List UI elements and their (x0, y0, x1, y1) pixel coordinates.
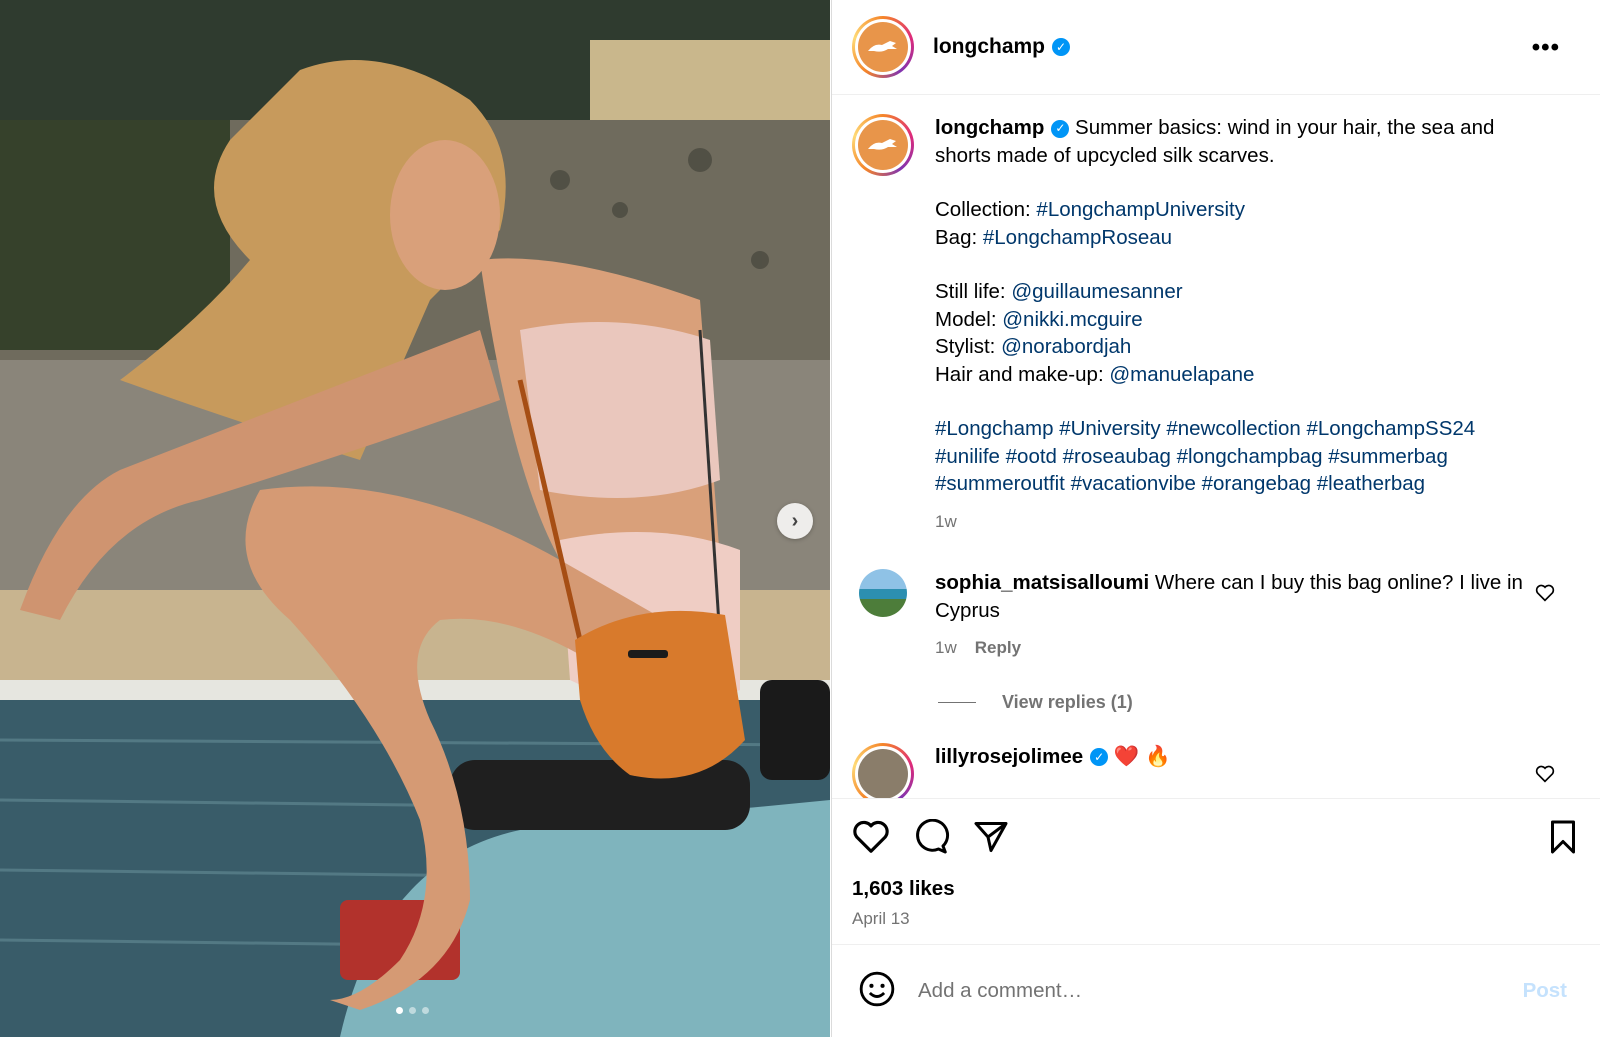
like-comment-heart-icon[interactable] (1535, 584, 1555, 607)
mention-link[interactable]: @manuelapane (1109, 363, 1254, 386)
comment-body: ❤️ 🔥 (1113, 744, 1171, 768)
avatar[interactable] (852, 742, 914, 798)
avatar[interactable] (859, 569, 907, 617)
chevron-right-icon: › (791, 509, 799, 532)
mention-link[interactable]: @nikki.mcguire (1002, 308, 1142, 331)
username[interactable]: longchamp ✓ (933, 35, 1071, 59)
hashtags-line[interactable]: #Longchamp #University #newcollection #L… (935, 415, 1535, 443)
photo-illustration (0, 0, 830, 1037)
comments-section: longchamp ✓ Summer basics: wind in your h… (832, 96, 1600, 798)
credit-label: Still life: (935, 280, 1012, 303)
caption-timestamp[interactable]: 1w (935, 508, 1535, 536)
caption-username[interactable]: longchamp (935, 116, 1044, 139)
credit-label: Stylist: (935, 335, 1002, 358)
post-header: longchamp ✓ ••• (832, 0, 1600, 95)
reply-button[interactable]: Reply (975, 638, 1021, 657)
post-comment-button[interactable]: Post (1523, 979, 1567, 1003)
next-photo-button[interactable]: › (777, 503, 813, 539)
bookmark-icon[interactable] (1547, 819, 1579, 860)
instagram-post: › longchamp ✓ ••• longchamp ✓ Summer bas… (0, 0, 1600, 1037)
post-actions: 1,603 likes April 13 (832, 798, 1600, 944)
avatar[interactable] (852, 114, 914, 176)
post-date[interactable]: April 13 (852, 909, 1581, 929)
credit-label: Model: (935, 307, 1003, 331)
comment-timestamp[interactable]: 1w (935, 638, 957, 657)
post-photo[interactable]: › (0, 0, 830, 1037)
comment-username[interactable]: sophia_matsisalloumi (935, 571, 1149, 594)
emoji-icon[interactable] (858, 970, 896, 1013)
collection-label: Collection: (935, 198, 1037, 221)
longchamp-logo-icon (858, 120, 908, 170)
carousel-dot (422, 1007, 429, 1014)
carousel-dot (396, 1007, 403, 1014)
hashtags-line[interactable]: #unilife #ootd #roseaubag #longchampbag … (935, 443, 1535, 471)
comment-username[interactable]: lillyrosejolimee (935, 745, 1083, 768)
verified-badge-icon: ✓ (1051, 119, 1070, 138)
replies-divider (938, 701, 976, 703)
credit-label: Hair and make-up: (935, 362, 1110, 386)
comment-text: lillyrosejolimee ✓ ❤️ 🔥 (935, 743, 1535, 799)
like-heart-icon[interactable] (852, 819, 890, 860)
view-replies-label: View replies (1) (1002, 691, 1133, 712)
avatar[interactable] (852, 16, 914, 78)
view-replies-button[interactable]: View replies (1) (938, 692, 1581, 713)
avatar-image (858, 748, 908, 798)
like-comment-heart-icon[interactable] (1535, 765, 1555, 788)
comment-item: lillyrosejolimee ✓ ❤️ 🔥 (852, 742, 1581, 799)
bag-label: Bag: (935, 225, 983, 249)
post-panel: longchamp ✓ ••• longchamp ✓ Summer basics:… (831, 0, 1600, 1037)
longchamp-logo-icon (858, 22, 908, 72)
more-options-icon[interactable]: ••• (1532, 34, 1560, 62)
comment-input[interactable]: Add a comment… (918, 979, 1082, 1003)
comment-composer: Add a comment… Post (832, 944, 1600, 1037)
verified-badge-icon: ✓ (1052, 38, 1071, 56)
hashtag-link[interactable]: #LongchampRoseau (983, 226, 1172, 249)
carousel-indicator (396, 1007, 429, 1014)
comment-bubble-icon[interactable] (912, 818, 950, 860)
comment-item: sophia_matsisalloumi Where can I buy thi… (852, 569, 1581, 662)
hashtags-line[interactable]: #summeroutfit #vacationvibe #orangebag #… (935, 470, 1535, 498)
caption: longchamp ✓ Summer basics: wind in your h… (852, 114, 1581, 535)
hashtag-link[interactable]: #LongchampUniversity (1036, 198, 1245, 221)
caption-text: longchamp ✓ Summer basics: wind in your h… (935, 114, 1535, 535)
likes-count[interactable]: 1,603 likes (852, 877, 1581, 901)
mention-link[interactable]: @guillaumesanner (1011, 280, 1182, 303)
carousel-dot (409, 1007, 416, 1014)
mention-link[interactable]: @norabordjah (1001, 335, 1131, 358)
verified-badge-icon: ✓ (1090, 748, 1109, 767)
share-send-icon[interactable] (972, 819, 1010, 860)
comment-text: sophia_matsisalloumi Where can I buy thi… (935, 569, 1535, 662)
